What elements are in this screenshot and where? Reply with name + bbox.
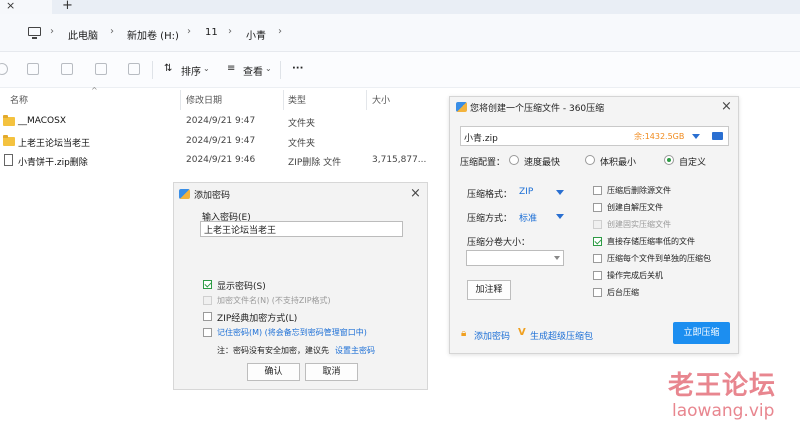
format-label: 压缩格式： [467,190,513,200]
sort-button[interactable]: 排序 [181,63,201,78]
chevron-right-icon: › [228,26,232,37]
encrypt-filenames-label: 加密文件名(N) (不支持ZIP格式) [217,296,331,305]
360zip-logo-icon [456,102,467,112]
show-password-label: 显示密码(S) [217,282,266,292]
sfx-icon: V [518,327,526,338]
dropdown-arrow-icon[interactable] [554,256,560,260]
remember-password-label[interactable]: 记住密码(M) (将会备忘到密码管理窗口中) [217,327,367,338]
close-icon[interactable]: × [721,100,732,113]
dialog-titlebar[interactable]: 添加密码 × [174,183,427,205]
set-master-password-link[interactable]: 设置主密码 [335,345,375,356]
archive-path-combo[interactable]: 小青.zip 余:1432.5GB [460,126,729,146]
watermark-logo-text: 老王论坛 [668,371,777,401]
option-checkbox[interactable] [593,203,602,212]
add-password-link[interactable]: 添加密码 [474,329,510,342]
more-button[interactable]: ··· [292,63,303,74]
zip-classic-checkbox[interactable] [203,312,212,321]
option-checkbox [593,220,602,229]
method-label: 压缩方式： [467,214,513,224]
add-comment-button[interactable]: 加注释 [467,280,511,300]
sort-arrow-icon: ^ [91,86,98,95]
paste-icon[interactable] [61,63,73,75]
breadcrumb-item[interactable]: 11 [205,27,218,38]
password-input[interactable]: 上老王论坛当老王 [200,221,403,237]
360zip-logo-icon [179,189,190,199]
create-archive-dialog: 您将创建一个压缩文件 - 360压缩 × 小青.zip 余:1432.5GB 压… [449,96,739,354]
new-icon[interactable] [0,63,8,75]
share-icon[interactable] [95,63,107,75]
security-note: 注：密码没有安全加密，建议先 [217,346,329,355]
archive-filename: 小青.zip [464,134,498,144]
column-header-modified[interactable]: 修改日期 [186,93,222,106]
column-header-name[interactable]: 名称 [10,93,28,106]
free-space: 余:1432.5GB [634,132,685,141]
option-checkbox[interactable] [593,254,602,263]
file-row[interactable]: 上老王论坛当老王 2024/9/21 9:47 文件夹 [0,132,450,152]
chevron-right-icon: › [110,26,114,37]
breadcrumb-item[interactable]: 此电脑 [68,27,98,42]
config-fastest-radio[interactable] [509,155,519,165]
file-row[interactable]: 小青饼干.zip删除 2024/9/21 9:46 ZIP删除 文件 3,715… [0,151,450,171]
folder-icon [3,135,15,146]
command-bar: ⇅ 排序 ⌄ ≡ 查看 ⌄ ··· [0,52,800,88]
lock-icon: 🔒︎ [461,328,467,339]
column-header-size[interactable]: 大小 [372,93,390,106]
method-select[interactable]: 标准 [519,211,537,224]
dropdown-arrow-icon[interactable] [556,190,564,195]
delete-icon[interactable] [128,63,140,75]
dropdown-arrow-icon[interactable] [556,214,564,219]
copy-icon[interactable] [27,63,39,75]
address-bar[interactable]: › 此电脑 › 新加卷 (H:) › 11 › 小青 › [0,14,800,52]
format-select[interactable]: ZIP [519,187,533,197]
close-icon[interactable]: × [6,0,15,12]
compress-now-button[interactable]: 立即压缩 [673,322,730,344]
chevron-down-icon: ⌄ [265,64,272,73]
watermark-url: laowang.vip [672,401,775,421]
cancel-button[interactable]: 取消 [305,363,358,381]
dialog-title: 添加密码 [194,191,231,201]
chevron-right-icon: › [50,26,54,37]
tab-current[interactable]: × [0,0,52,14]
dialog-title: 您将创建一个压缩文件 - 360压缩 [470,104,605,114]
close-icon[interactable]: × [410,187,421,200]
dropdown-arrow-icon[interactable] [692,134,700,139]
chevron-right-icon: › [278,26,282,37]
split-size-label: 压缩分卷大小： [467,238,531,248]
confirm-button[interactable]: 确认 [247,363,300,381]
make-sfx-link[interactable]: 生成超级压缩包 [530,329,593,342]
tab-strip: × + [0,0,800,14]
sort-icon: ⇅ [164,63,173,74]
breadcrumb-item[interactable]: 小青 [246,27,266,42]
remember-password-checkbox[interactable] [203,328,212,337]
option-checkbox[interactable] [593,237,602,246]
zip-classic-label: ZIP经典加密方式(L) [217,314,298,324]
chevron-down-icon: ⌄ [203,64,210,73]
view-icon: ≡ [227,63,236,74]
column-header-type[interactable]: 类型 [288,93,306,106]
config-label: 压缩配置： [460,158,506,168]
file-row[interactable]: __MACOSX 2024/9/21 9:47 文件夹 [0,112,450,132]
view-button[interactable]: 查看 [243,63,263,78]
breadcrumb-item[interactable]: 新加卷 (H:) [127,27,179,42]
option-checkbox[interactable] [593,271,602,280]
option-checkbox[interactable] [593,186,602,195]
split-size-input[interactable] [466,250,564,266]
encrypt-filenames-checkbox [203,296,212,305]
folder-browse-icon[interactable] [712,132,723,140]
config-smallest-radio[interactable] [585,155,595,165]
add-password-dialog: 添加密码 × 输入密码(E) 上老王论坛当老王 显示密码(S) 加密文件名(N)… [173,182,428,390]
chevron-right-icon: › [187,26,191,37]
show-password-checkbox[interactable] [203,280,212,289]
folder-icon [3,115,15,126]
file-icon [4,154,13,166]
config-custom-radio[interactable] [664,155,674,165]
computer-icon [28,27,41,39]
new-tab-icon[interactable]: + [62,0,73,13]
option-checkbox[interactable] [593,288,602,297]
